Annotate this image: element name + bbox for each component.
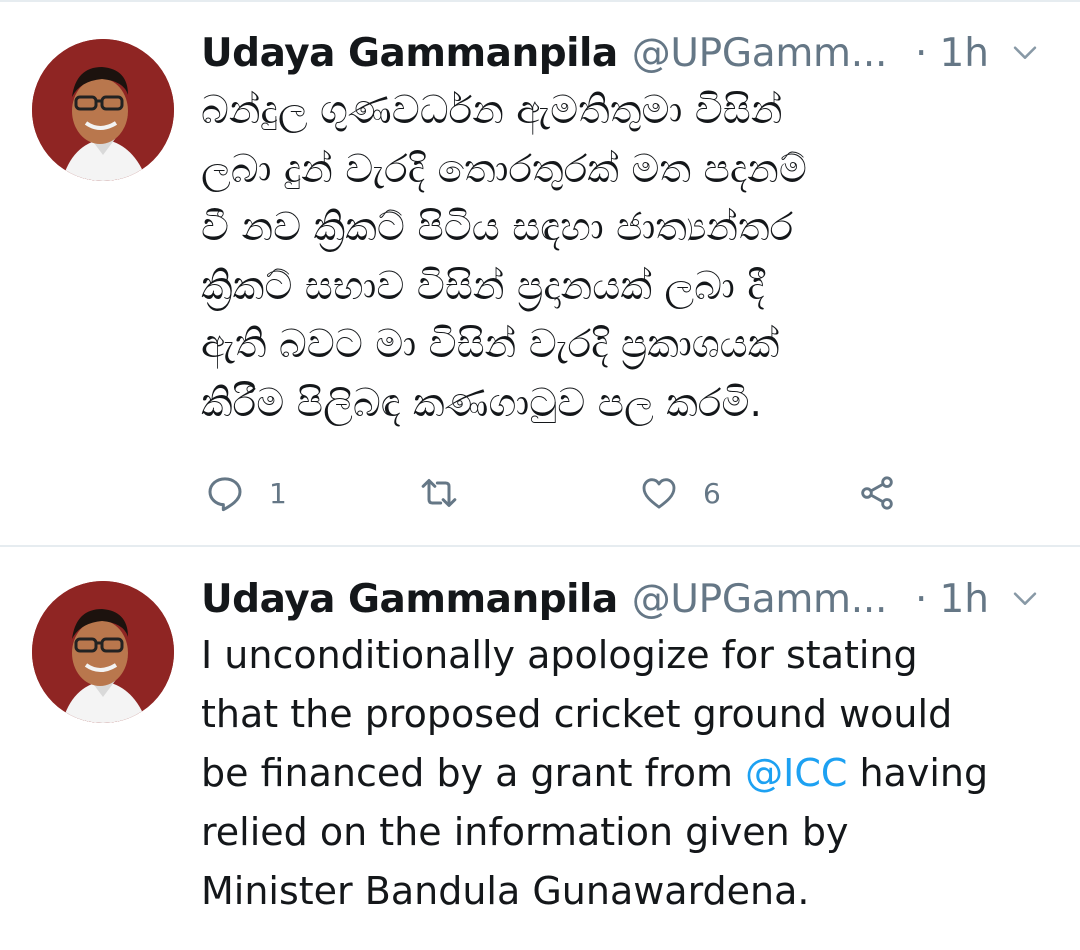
tweet-text-line: ලබා දුන් වැරදි තොරතුරක් මත පදනම් xyxy=(201,146,807,192)
reply-button[interactable]: 1 xyxy=(205,468,287,518)
retweet-icon xyxy=(421,479,457,507)
tweet-text-line: ක්‍රිකට් සභාව විසින් ප්‍රදානයක් ලබා දී xyxy=(201,263,765,309)
tweet-text-line: Minister Bandula Gunawardena. xyxy=(201,869,810,913)
tweet-text-line: relied on the information given by xyxy=(201,810,849,854)
chevron-down-icon[interactable] xyxy=(1008,581,1042,615)
tweet-text-line: කිරීම පිලිබඳ කණගාටුව පල කරමි. xyxy=(201,380,762,426)
tweet-header: Udaya Gammanpila @UPGamm... · 1h xyxy=(201,575,1056,623)
share-button[interactable] xyxy=(857,468,897,518)
like-count: 6 xyxy=(703,476,721,510)
avatar-image xyxy=(32,581,174,723)
tweet-actions: 1 6 xyxy=(201,468,921,518)
author-name[interactable]: Udaya Gammanpila xyxy=(201,577,618,622)
separator-dot: · xyxy=(915,30,928,76)
avatar[interactable] xyxy=(32,39,174,181)
tweet-text: බන්දුල ගුණවර්ධන ඇමතිතුමා විසින් ලබා දුන්… xyxy=(201,82,1056,433)
avatar-image xyxy=(32,39,174,181)
chevron-down-icon[interactable] xyxy=(1008,35,1042,69)
like-icon xyxy=(642,478,676,509)
tweet-text-line: that the proposed cricket ground would xyxy=(201,692,953,736)
timestamp[interactable]: 1h xyxy=(939,31,989,76)
tweet-text-line: වී නව ක්‍රිකට් පිටිය සඳහා ජාත්‍යන්තර xyxy=(201,205,794,250)
timestamp[interactable]: 1h xyxy=(939,577,989,622)
tweet-text-line: I unconditionally apologize for stating xyxy=(201,633,918,677)
like-button[interactable]: 6 xyxy=(639,468,721,518)
author-handle[interactable]: @UPGamm... xyxy=(632,577,888,622)
tweet-text-segment: having xyxy=(847,751,989,795)
tweet-text-line: be financed by a grant from @ICC having xyxy=(201,744,1056,803)
tweet-text-segment: be financed by a grant from xyxy=(201,751,746,795)
tweet-text: I unconditionally apologize for stating … xyxy=(201,626,1056,921)
mention-link[interactable]: @ICC xyxy=(745,751,847,795)
tweet-text-line: ඇති බවට මා විසින් වැරදි ප්‍රකාශයක් xyxy=(201,322,780,367)
avatar[interactable] xyxy=(32,581,174,723)
author-name[interactable]: Udaya Gammanpila xyxy=(201,31,618,76)
tweet-header: Udaya Gammanpila @UPGamm... · 1h xyxy=(201,29,1056,77)
share-icon xyxy=(861,476,893,510)
reply-icon xyxy=(208,477,242,512)
reply-count: 1 xyxy=(269,476,287,510)
tweet[interactable]: Udaya Gammanpila @UPGamm... · 1h බන්දුල … xyxy=(0,2,1080,545)
author-handle[interactable]: @UPGamm... xyxy=(632,31,888,76)
separator-dot: · xyxy=(915,576,928,622)
tweet-text-line: බන්දුල ගුණවර්ධන ඇමතිතුමා විසින් xyxy=(201,88,783,133)
retweet-button[interactable] xyxy=(419,468,459,518)
